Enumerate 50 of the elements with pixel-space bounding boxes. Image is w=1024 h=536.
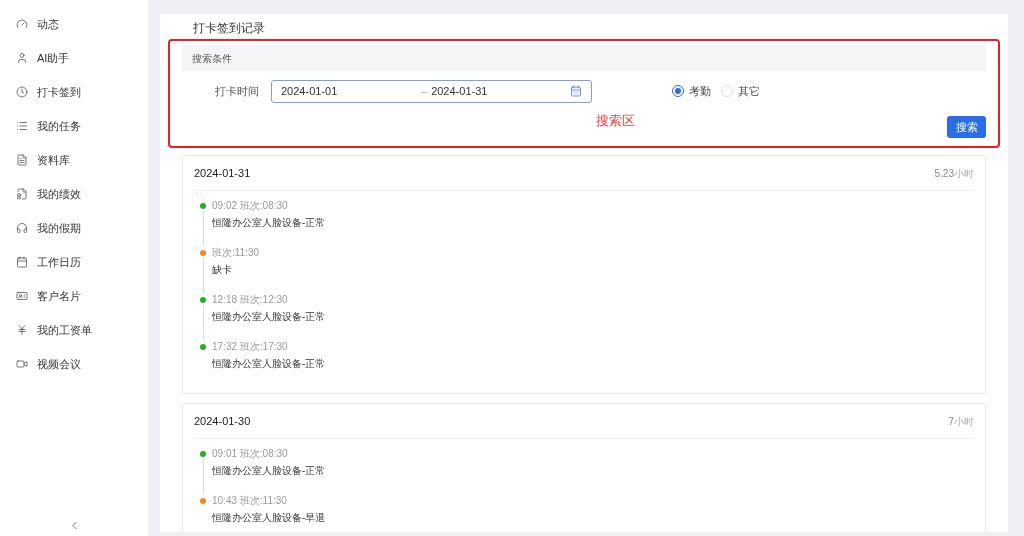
hours-total: 5.23小时 [934,166,974,181]
clock-icon [16,86,28,98]
entry-detail: 恒隆办公室人脸设备-正常 [212,216,326,230]
id-card-icon [16,290,28,302]
radio-label: 其它 [738,83,760,99]
sidebar-item[interactable]: 我的任务 [0,109,148,143]
range-separator: – [421,83,428,99]
entry-time: 09:02 班次:08:30 [212,199,289,213]
sidebar-item[interactable]: 视频会议 [0,347,148,381]
entry-time: 12:18 班次:12:30 [212,293,289,307]
sidebar-item[interactable]: 我的假期 [0,211,148,245]
entry-time: 09:01 班次:08:30 [212,447,289,461]
headphones-icon [16,222,28,234]
entry-time: 10:43 班次:11:30 [212,494,288,508]
sidebar-item[interactable]: 动态 [0,7,148,41]
sidebar-item[interactable]: 我的工资单 [0,313,148,347]
field-label: 打卡时间 [215,83,259,99]
list-icon [16,120,28,132]
entry-detail: 缺卡 [212,263,233,277]
calendar-icon [570,85,582,97]
search-header: 搜索条件 [192,51,232,66]
record-date: 2024-01-31 [194,165,251,181]
page-title: 打卡签到记录 [193,21,265,35]
record-date: 2024-01-30 [194,413,251,429]
radio-label: 考勤 [689,83,711,99]
entry-detail: 恒隆办公室人脸设备-正常 [212,310,326,324]
gauge-icon [16,18,28,30]
yen-icon [16,324,28,336]
start-date: 2024-01-01 [281,83,339,99]
entry-time: 17:32 班次:17:30 [212,340,289,354]
video-icon [16,358,28,370]
entry-time: 班次:11:30 [212,246,260,260]
document-icon [16,188,28,200]
sidebar-item[interactable]: AI助手 [0,41,148,75]
person-icon [16,52,28,64]
calendar-icon [16,256,28,268]
hours-total: 7小时 [948,414,974,429]
sidebar-item[interactable]: 打卡签到 [0,75,148,109]
entry-detail: 恒隆办公室人脸设备-正常 [212,464,326,478]
entry-detail: 恒隆办公室人脸设备-正常 [212,357,326,371]
annotation-label: 搜索区 [596,112,635,130]
entry-detail: 恒隆办公室人脸设备-早退 [212,511,326,525]
sidebar-item[interactable]: 我的绩效 [0,177,148,211]
end-date: 2024-01-31 [431,83,489,99]
document-icon [16,154,28,166]
sidebar-item[interactable]: 资料库 [0,143,148,177]
sidebar-item[interactable]: 客户名片 [0,279,148,313]
search-button[interactable]: 搜索 [947,116,986,138]
date-range-field[interactable]: 2024-01-01 – 2024-01-31 [271,79,592,103]
sidebar-item[interactable]: 工作日历 [0,245,148,279]
